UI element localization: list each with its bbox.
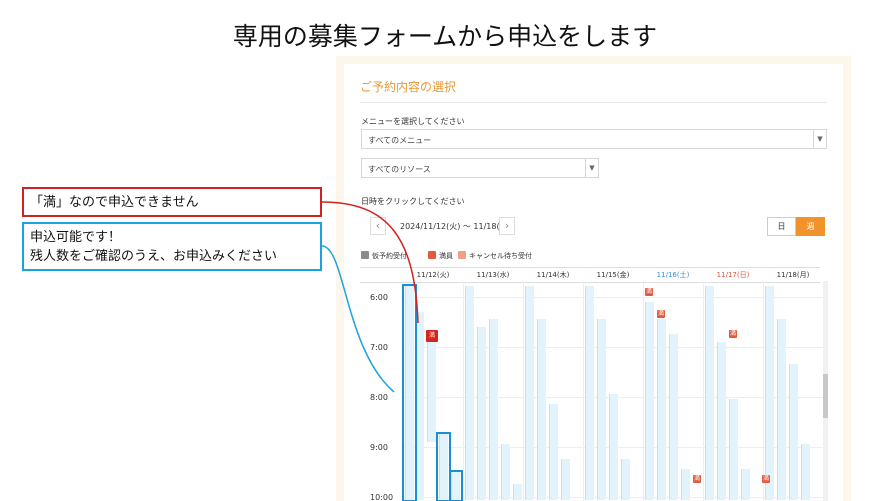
available-callout-line2: 残人数をご確認のうえ、お申込みください bbox=[30, 249, 278, 264]
full-callout-text: 「満」なので申込できません bbox=[30, 195, 199, 210]
full-callout: 「満」なので申込できません bbox=[22, 187, 322, 217]
available-callout: 申込可能です！ 残人数をご確認のうえ、お申込みください bbox=[22, 222, 322, 271]
blue-connector bbox=[321, 245, 395, 393]
available-callout-line1: 申込可能です！ bbox=[30, 230, 122, 245]
